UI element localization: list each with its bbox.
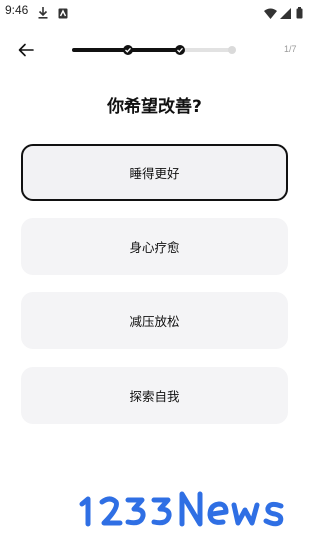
battery-icon [296,4,303,23]
option-relax[interactable]: 减压放松 [21,292,288,349]
option-sleep-better[interactable]: 睡得更好 [21,144,288,201]
signal-icon [280,4,291,23]
back-button[interactable] [16,40,36,60]
status-time: 9:46 [5,3,29,17]
option-label: 减压放松 [129,314,180,329]
option-label: 身心疗愈 [129,240,180,255]
status-bar: 9:46 [0,0,309,22]
progress-step-pending [228,46,236,54]
step-indicator: 1/7 [284,44,297,54]
progress-bar [72,45,236,55]
watermark-logo [76,488,306,532]
option-healing[interactable]: 身心疗愈 [21,218,288,275]
wifi-icon [264,4,277,23]
question-title: 你希望改善? [107,97,202,117]
progress-step-done [123,45,133,55]
arrow-left-icon [16,43,36,64]
progress-step-done [175,45,185,55]
download-icon [38,4,48,23]
option-explore-self[interactable]: 探索自我 [21,367,288,424]
option-label: 探索自我 [129,389,180,404]
option-label: 睡得更好 [129,166,180,181]
notification-box-icon [58,4,68,23]
